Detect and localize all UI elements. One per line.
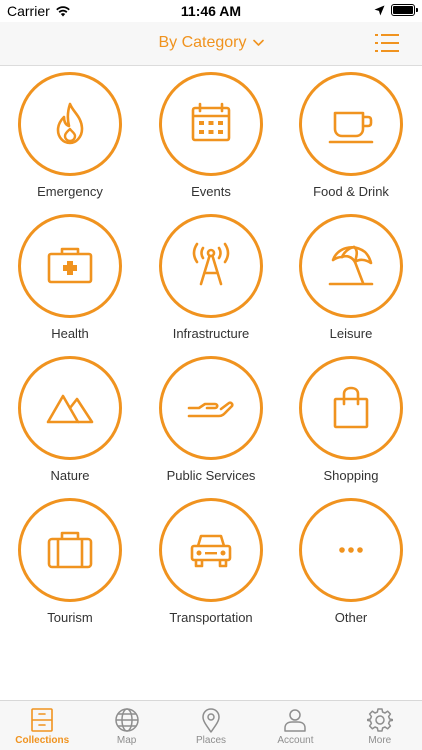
category-transportation-circle [159,498,263,602]
category-transportation[interactable]: Transportation [141,498,281,628]
category-leisure-circle [299,214,403,318]
suitcase-icon [47,531,93,569]
category-label: Shopping [323,468,379,483]
category-public-services[interactable]: Public Services [141,356,281,486]
tab-collections[interactable]: Collections [0,701,84,750]
category-infrastructure-circle [159,214,263,318]
list-view-icon[interactable] [374,31,400,55]
category-tourism-circle [18,498,122,602]
location-arrow-icon [374,5,385,15]
category-label: Infrastructure [172,326,250,341]
flame-icon [56,102,84,145]
category-nature-circle [18,356,122,460]
category-emergency-circle [18,72,122,176]
tab-more[interactable]: More [338,701,422,750]
nav-bar: By Category [0,22,422,66]
category-shopping[interactable]: Shopping [281,356,421,486]
globe-icon [114,708,139,732]
category-label: Leisure [329,326,373,341]
category-food-drink[interactable]: Food & Drink [281,72,421,202]
category-label: Tourism [47,610,93,625]
category-nature[interactable]: Nature [0,356,140,486]
first-aid-kit-icon [47,247,93,284]
cabinet-icon [31,708,54,732]
category-label: Food & Drink [313,184,389,199]
category-label: Public Services [166,468,256,483]
person-icon [284,709,307,732]
category-shopping-circle [299,356,403,460]
shopping-bag-icon [333,386,369,429]
category-label: Emergency [37,184,103,199]
category-other[interactable]: Other [281,498,421,628]
helping-hand-icon [187,401,234,418]
category-food-drink-circle [299,72,403,176]
tab-bar: Collections Map Places Account More [0,700,422,750]
calendar-icon [191,102,231,142]
category-tourism[interactable]: Tourism [0,498,140,628]
category-events[interactable]: Events [141,72,281,202]
category-leisure[interactable]: Leisure [281,214,421,344]
category-other-circle [299,498,403,602]
tab-label: Map [116,735,137,746]
coffee-cup-icon [328,111,374,144]
category-label: Transportation [169,610,253,625]
mountains-icon [46,394,94,424]
tab-account[interactable]: Account [253,701,337,750]
ellipsis-icon [339,547,363,553]
tab-label: More [368,735,392,746]
status-time: 11:46 AM [180,3,242,19]
pin-icon [202,708,220,733]
category-label: Events [191,184,231,199]
tab-label: Places [196,735,227,746]
car-icon [190,534,232,568]
nav-title-label: By Category [158,34,247,51]
status-right [374,4,418,16]
tab-places[interactable]: Places [169,701,253,750]
category-health[interactable]: Health [0,214,140,344]
gear-icon [366,708,393,732]
category-label: Health [51,326,89,341]
category-label: Other [334,610,368,625]
category-events-circle [159,72,263,176]
tab-label: Account [277,735,314,746]
category-public-services-circle [159,356,263,460]
battery-icon [391,4,418,16]
radio-tower-icon [192,242,230,286]
tab-label: Collections [15,735,70,746]
category-emergency[interactable]: Emergency [0,72,140,202]
status-bar: Carrier 11:46 AM [0,0,422,22]
category-infrastructure[interactable]: Infrastructure [141,214,281,344]
category-filter-dropdown[interactable]: By Category [0,34,422,52]
category-label: Nature [50,468,90,483]
beach-umbrella-icon [328,245,374,286]
chevron-down-icon [252,39,264,46]
category-health-circle [18,214,122,318]
tab-map[interactable]: Map [84,701,168,750]
